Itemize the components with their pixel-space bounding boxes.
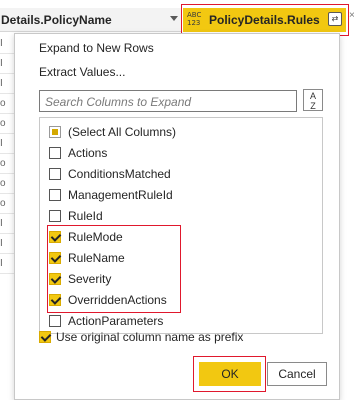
grid-cell-stub: o xyxy=(0,94,14,114)
grid-cell-stub: I xyxy=(0,254,14,274)
grid-cell-stub: o xyxy=(0,114,14,134)
column-option-label: Actions xyxy=(68,146,108,160)
column-option-label: RuleId xyxy=(68,209,103,223)
grid-cell-stub: I xyxy=(0,54,14,74)
column-option-label: ConditionsMatched xyxy=(68,167,171,181)
expand-columns-popup: Expand to New Rows Extract Values... Sea… xyxy=(14,33,340,400)
grid-cell-stub: o xyxy=(0,174,14,194)
grid-cell-stub: o xyxy=(0,154,14,174)
column-option-row[interactable]: RuleId xyxy=(40,206,320,226)
highlight-box-ok xyxy=(193,356,266,392)
column-option-checkbox[interactable] xyxy=(49,126,61,138)
grid-cell-stub: I xyxy=(0,214,14,234)
column-title: Details.PolicyName xyxy=(1,13,112,27)
column-option-row[interactable]: ManagementRuleId xyxy=(40,185,320,205)
column-option-row[interactable]: ConditionsMatched xyxy=(40,164,320,184)
column-option-checkbox[interactable] xyxy=(49,147,61,159)
column-option-row[interactable]: Actions xyxy=(40,143,320,163)
column-option-checkbox[interactable] xyxy=(49,189,61,201)
grid-cell-stub: I xyxy=(0,34,14,54)
highlight-box-header xyxy=(181,4,349,36)
expand-to-new-rows-item[interactable]: Expand to New Rows xyxy=(39,41,154,55)
column-option-checkbox[interactable] xyxy=(49,315,61,327)
cancel-button[interactable]: Cancel xyxy=(267,362,327,386)
column-option-checkbox[interactable] xyxy=(49,210,61,222)
extract-values-item[interactable]: Extract Values... xyxy=(39,65,125,79)
sort-az-button[interactable]: AZ xyxy=(303,89,323,111)
grid-cell-stub: I xyxy=(0,134,14,154)
grid-cell-stub: I xyxy=(0,234,14,254)
search-placeholder: Search Columns to Expand xyxy=(45,95,192,109)
use-prefix-checkbox[interactable] xyxy=(39,331,51,343)
column-option-label: ActionParameters xyxy=(68,314,164,328)
chevron-down-icon[interactable] xyxy=(170,16,178,21)
column-option-checkbox[interactable] xyxy=(49,168,61,180)
highlight-box-checked-columns xyxy=(47,225,181,313)
use-prefix-label: Use original column name as prefix xyxy=(56,330,244,344)
use-prefix-option[interactable]: Use original column name as prefix xyxy=(39,328,319,348)
close-icon[interactable]: × xyxy=(349,10,354,21)
column-header-policyname[interactable]: Details.PolicyName xyxy=(0,8,182,32)
search-columns-input[interactable]: Search Columns to Expand xyxy=(39,90,297,112)
grid-cell-stub: I xyxy=(0,74,14,94)
column-option-label: ManagementRuleId xyxy=(68,188,173,202)
grid-cell-stub: o xyxy=(0,194,14,214)
column-option-row[interactable]: (Select All Columns) xyxy=(40,122,320,142)
column-option-label: (Select All Columns) xyxy=(68,125,177,139)
sort-az-icon: AZ xyxy=(309,91,316,111)
